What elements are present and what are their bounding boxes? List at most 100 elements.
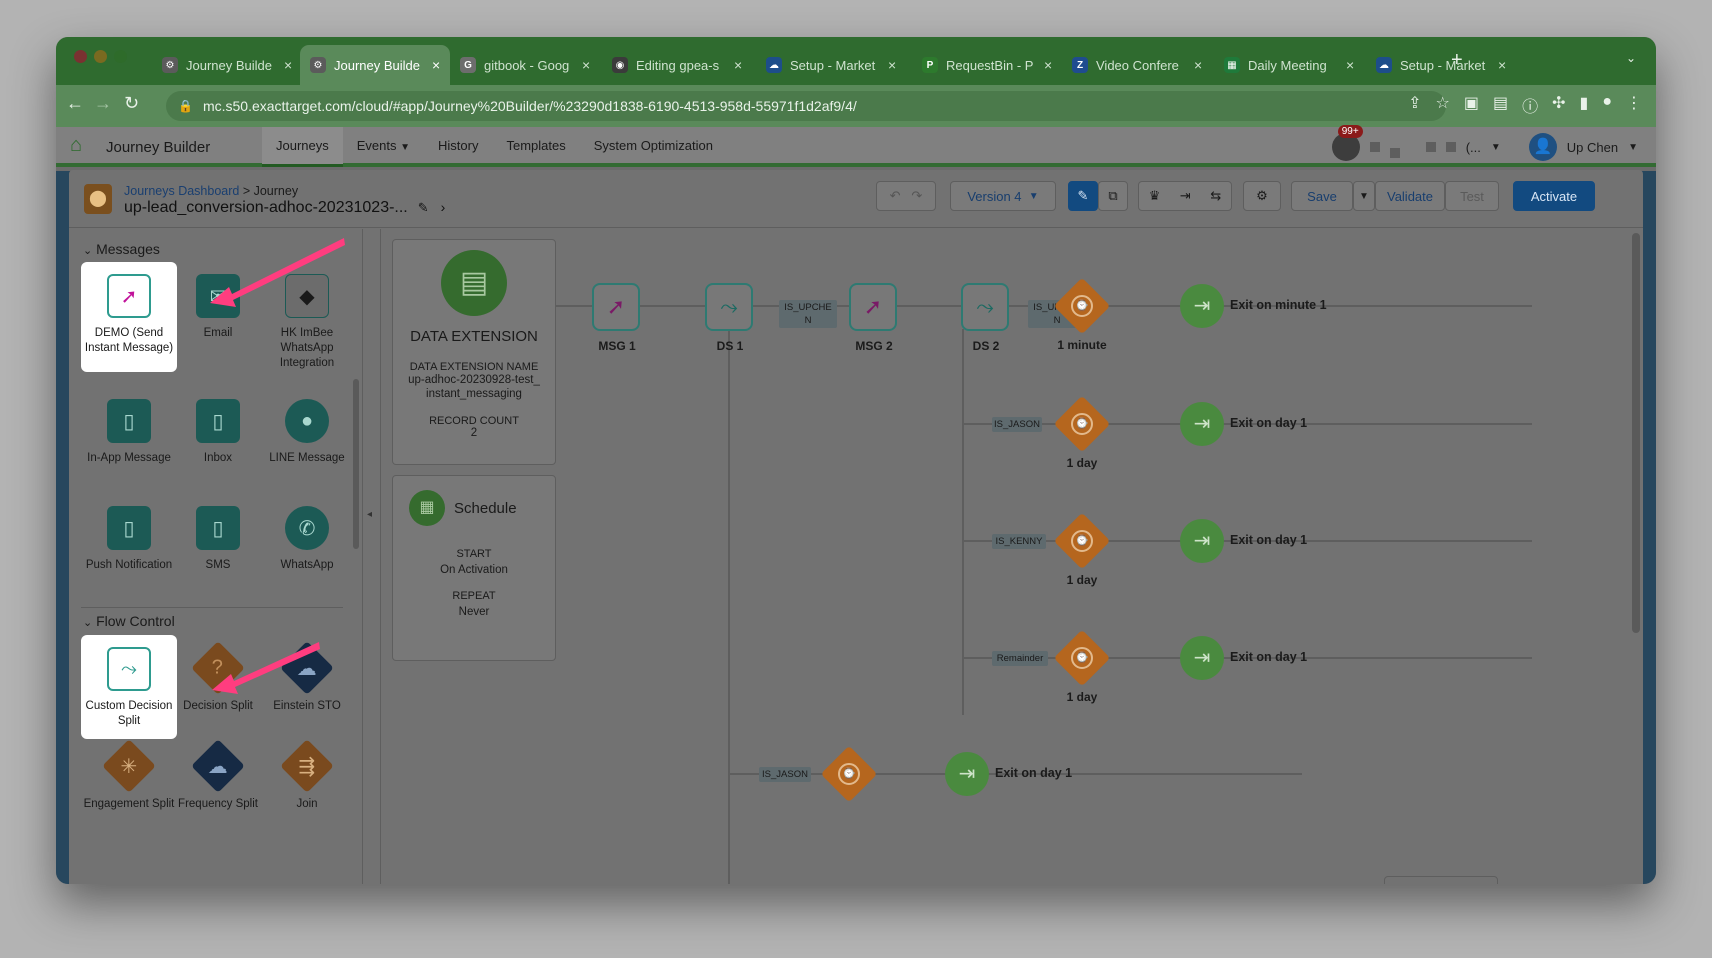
save-button[interactable]: Save [1291,181,1353,211]
close-tab-icon[interactable]: × [284,57,292,73]
app-switcher-icon[interactable] [1369,142,1380,152]
sidebar-collapse-handle[interactable]: ◂ [363,229,381,884]
tab-list-chevron-icon[interactable]: ⌄ [1626,51,1636,65]
undo-icon[interactable]: ↶ [890,188,901,204]
more-menu-icon[interactable]: ⋮ [1626,93,1642,117]
share-icon[interactable]: ⇪ [1408,93,1421,117]
exit-icon[interactable]: ⇥ [1180,402,1224,446]
back-button[interactable]: ← [66,93,84,114]
journeys-dashboard-link[interactable]: Journeys Dashboard [124,184,239,198]
new-tab-button[interactable]: + [1451,49,1463,72]
browser-tab[interactable]: ⚙ Journey Builde × [300,45,451,85]
messages-section-header[interactable]: ⌄ Messages [83,241,160,257]
tab-journeys[interactable]: Journeys [262,127,343,167]
activity-tile[interactable]: ✉ Email [170,262,266,372]
imbee-icon: ◆ [285,274,329,318]
exit-settings-icon[interactable]: ⇆ [1210,188,1221,204]
tab-templates[interactable]: Templates [492,127,579,167]
forward-button[interactable]: → [94,93,112,114]
close-tab-icon[interactable]: × [1044,57,1052,73]
minimize-window-button[interactable] [94,50,107,63]
maximize-window-button[interactable] [114,50,127,63]
decision-split-node[interactable]: ⤳ DS 1 [705,283,755,353]
activity-tile[interactable]: ✆ WhatsApp [259,494,355,604]
clipboard-icon[interactable]: ▤ [1493,93,1508,117]
flow-control-section-header[interactable]: ⌄ Flow Control [83,613,175,629]
redo-icon[interactable]: ↷ [911,188,922,204]
trophy-icon[interactable]: ♛ [1149,188,1161,204]
business-unit-selector[interactable]: (... [1466,140,1481,155]
browser-tab[interactable]: P RequestBin - P × [912,45,1062,85]
exit-icon[interactable]: ⇥ [1180,284,1224,328]
password-icon[interactable]: ⓘ [1522,93,1538,117]
tab-events[interactable]: Events ▼ [343,127,424,167]
activity-tile[interactable]: ▯ Push Notification [81,494,177,604]
app-switcher-icon[interactable] [1389,148,1400,158]
activity-tile[interactable]: ▯ Inbox [170,387,266,497]
close-window-button[interactable] [74,50,87,63]
profile-icon[interactable]: ● [1602,93,1612,117]
url-field[interactable]: 🔒 mc.s50.exacttarget.com/cloud/#app/Jour… [166,91,1446,121]
settings-button[interactable]: ⚙ [1243,181,1281,211]
browser-tab[interactable]: ☁ Setup - Market × [1366,45,1516,85]
puzzle-icon[interactable]: ✣ [1552,93,1565,117]
app-switcher-icon[interactable] [1425,142,1436,152]
avatar[interactable]: 👤 [1528,133,1557,161]
activity-tile[interactable]: ◆ HK ImBee WhatsApp Integration [259,262,355,372]
activity-tile[interactable]: ☁ Frequency Split [170,733,266,843]
schedule-card[interactable]: ▦ Schedule START On Activation REPEAT Ne… [392,475,556,661]
user-name[interactable]: Up Chen [1567,140,1618,155]
close-tab-icon[interactable]: × [432,57,440,73]
tab-history[interactable]: History [424,127,492,167]
activate-button[interactable]: Activate [1513,181,1595,211]
edit-pencil-button[interactable]: ✎ [1068,181,1098,211]
activity-tile[interactable]: ▯ SMS [170,494,266,604]
exit-icon[interactable]: ⇥ [1180,636,1224,680]
activity-tile[interactable]: ☁ Einstein STO [259,635,355,745]
close-tab-icon[interactable]: × [1346,57,1354,73]
home-icon[interactable]: ⌂ [70,134,82,157]
exit-criteria-icon[interactable]: ⇥ [1180,188,1191,204]
notifications-button[interactable]: 99+ [1331,125,1363,161]
close-tab-icon[interactable]: × [888,57,896,73]
extension-icon[interactable]: ▣ [1464,93,1479,117]
activity-tile[interactable]: ? Decision Split [170,635,266,745]
msg-activity[interactable]: ➚ MSG 2 [849,283,899,353]
activity-tile[interactable]: ✳ Engagement Split [81,733,177,843]
sidebar-icon[interactable]: ▮ [1580,93,1589,117]
activity-tile[interactable]: ▯ In-App Message [81,387,177,497]
tab-system-optimization[interactable]: System Optimization [580,127,727,167]
exit-icon[interactable]: ⇥ [945,752,989,796]
exit-icon[interactable]: ⇥ [1180,519,1224,563]
version-select[interactable]: Version 4 ▼ [950,181,1056,211]
browser-tab[interactable]: ☁ Setup - Market × [756,45,906,85]
browser-tab[interactable]: ▦ Daily Meeting × [1214,45,1364,85]
activity-tile[interactable]: ⤳ Custom Decision Split [81,635,177,739]
close-tab-icon[interactable]: × [582,57,590,73]
browser-tab[interactable]: Z Video Confere × [1062,45,1212,85]
chevron-right-icon[interactable]: › [441,199,446,215]
close-tab-icon[interactable]: × [1194,57,1202,73]
browser-tab[interactable]: ⚙ Journey Builde × [152,45,302,85]
reload-button[interactable]: ↻ [124,93,139,114]
close-tab-icon[interactable]: × [734,57,742,73]
close-tab-icon[interactable]: × [1498,57,1506,73]
entry-source-card[interactable]: ▤ DATA EXTENSION DATA EXTENSION NAME up-… [392,239,556,465]
pencil-icon[interactable]: ✎ [418,200,429,215]
canvas-scrollbar[interactable] [1632,233,1640,633]
save-options-button[interactable]: ▼ [1353,181,1375,211]
journey-canvas[interactable]: ▤ DATA EXTENSION DATA EXTENSION NAME up-… [382,229,1643,884]
bookmark-star-icon[interactable]: ☆ [1436,93,1450,117]
validate-button[interactable]: Validate [1375,181,1445,211]
activity-tile[interactable]: ➚ DEMO (Send Instant Message) [81,262,177,372]
test-button[interactable]: Test [1445,181,1499,211]
sidebar-scrollbar[interactable] [353,379,359,549]
copy-button[interactable]: ⧉ [1098,181,1128,211]
browser-tab[interactable]: Ggitbook - Goog × [450,45,600,85]
msg-activity[interactable]: ➚ MSG 1 [592,283,642,353]
decision-split-node[interactable]: ⤳ DS 2 [961,283,1011,353]
browser-tab[interactable]: ◉ Editing gpea-s × [602,45,752,85]
app-switcher-icon[interactable] [1445,142,1456,152]
activity-tile[interactable]: ⇶ Join [259,733,355,843]
activity-tile[interactable]: ● LINE Message [259,387,355,497]
